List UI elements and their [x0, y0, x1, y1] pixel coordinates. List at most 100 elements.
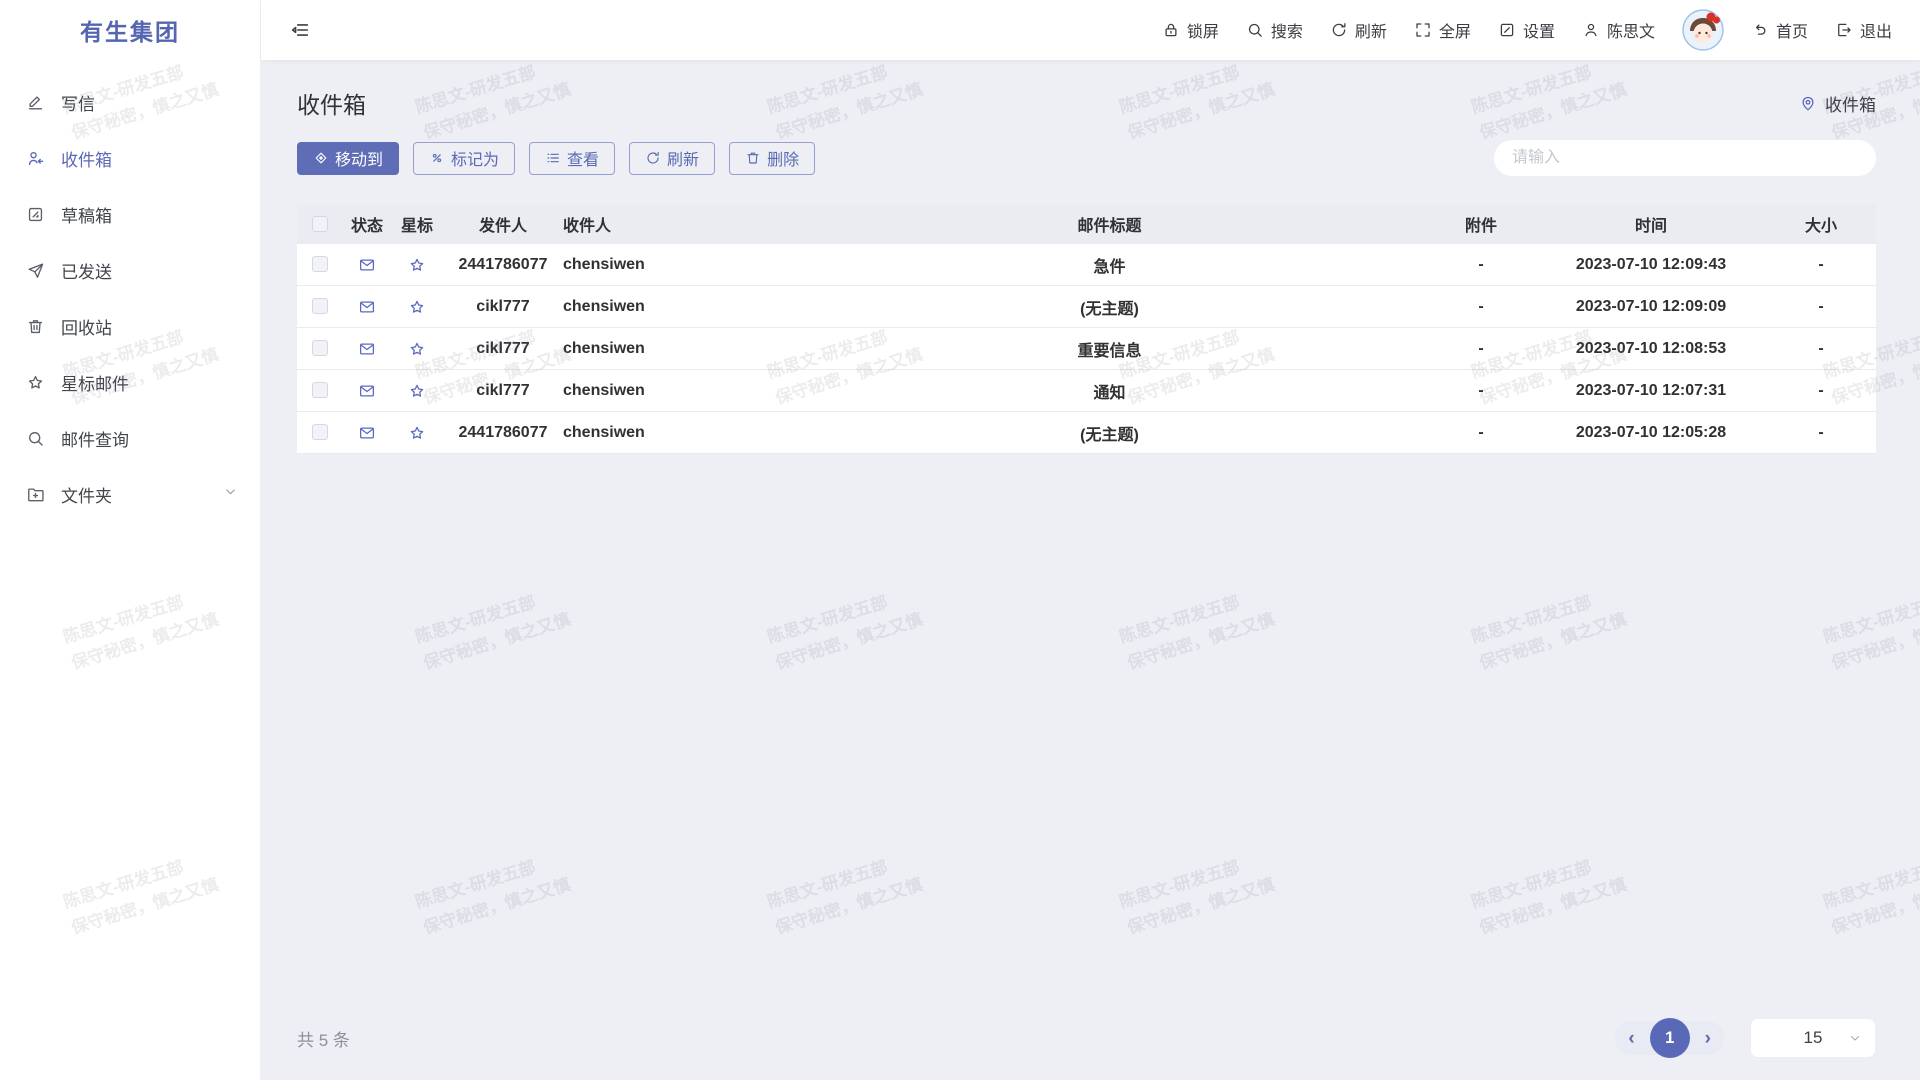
- sender-cell: cikl777: [443, 382, 563, 400]
- sidebar-item-inbox[interactable]: 收件箱: [0, 130, 260, 186]
- status-unread: [343, 424, 391, 442]
- chevron-down-icon[interactable]: [223, 484, 238, 504]
- refresh-list-button[interactable]: 刷新: [629, 142, 715, 175]
- table-header: 状态 星标 发件人 收件人 邮件标题 附件 时间 大小: [297, 204, 1876, 244]
- current-page-button[interactable]: 1: [1650, 1018, 1690, 1058]
- content-area: 收件箱 收件箱 移动到 标记为 查看: [261, 60, 1920, 1080]
- search-input[interactable]: [1494, 140, 1876, 176]
- sidebar-item-label: 草稿箱: [61, 202, 112, 227]
- lock-screen-label: 锁屏: [1187, 18, 1219, 42]
- drafts-icon: [26, 205, 45, 224]
- delete-label: 删除: [767, 146, 799, 170]
- refresh-label: 刷新: [1355, 18, 1387, 42]
- sidebar-item-sent[interactable]: 已发送: [0, 242, 260, 298]
- sidebar-item-label: 已发送: [61, 258, 112, 283]
- username-label: 陈思文: [1607, 18, 1655, 42]
- folder-icon: [26, 485, 45, 504]
- settings-button[interactable]: 设置: [1498, 18, 1555, 42]
- envelope-icon: [358, 340, 376, 358]
- attachment-cell: -: [1426, 256, 1536, 274]
- refresh-button[interactable]: 刷新: [1330, 18, 1387, 42]
- header-status: 状态: [343, 212, 391, 236]
- sender-cell: cikl777: [443, 340, 563, 358]
- settings-icon: [1498, 21, 1516, 39]
- star-toggle[interactable]: [391, 340, 443, 358]
- move-to-button[interactable]: 移动到: [297, 142, 399, 175]
- page-size-select[interactable]: 15: [1750, 1018, 1876, 1058]
- header-sender: 发件人: [443, 212, 563, 236]
- sidebar-item-drafts[interactable]: 草稿箱: [0, 186, 260, 242]
- sidebar-item-trash[interactable]: 回收站: [0, 298, 260, 354]
- row-checkbox[interactable]: [312, 256, 328, 272]
- total-count: 共 5 条: [297, 1026, 350, 1051]
- search-icon: [1246, 21, 1264, 39]
- view-list-icon: [545, 150, 561, 166]
- star-icon: [408, 298, 426, 316]
- row-checkbox[interactable]: [312, 424, 328, 440]
- breadcrumb-label: 收件箱: [1825, 91, 1876, 116]
- home-button[interactable]: 首页: [1751, 18, 1808, 42]
- avatar[interactable]: [1682, 9, 1724, 51]
- table-row[interactable]: cikl777chensiwen(无主题)-2023-07-10 12:09:0…: [297, 286, 1876, 328]
- logout-button[interactable]: 退出: [1835, 18, 1892, 42]
- collapse-sidebar-button[interactable]: [289, 19, 311, 41]
- attachment-cell: -: [1426, 340, 1536, 358]
- star-toggle[interactable]: [391, 382, 443, 400]
- row-checkbox[interactable]: [312, 382, 328, 398]
- toolbar: 移动到 标记为 查看 刷新 删除: [297, 140, 1876, 176]
- sidebar-menu: 写信 收件箱 草稿箱 已发送 回收站 星标邮件: [0, 60, 260, 522]
- next-page-button[interactable]: ›: [1705, 1029, 1711, 1048]
- table-row[interactable]: cikl777chensiwen重要信息-2023-07-10 12:08:53…: [297, 328, 1876, 370]
- star-icon: [408, 382, 426, 400]
- pagination: ‹ 1 › 15: [1615, 1018, 1876, 1058]
- recipient-cell: chensiwen: [563, 424, 793, 442]
- search-button[interactable]: 搜索: [1246, 18, 1303, 42]
- star-icon: [26, 373, 45, 392]
- home-label: 首页: [1776, 18, 1808, 42]
- table-row[interactable]: 2441786077chensiwen急件-2023-07-10 12:09:4…: [297, 244, 1876, 286]
- avatar-image: [1682, 9, 1724, 51]
- envelope-icon: [358, 382, 376, 400]
- subject-cell: 重要信息: [793, 337, 1426, 361]
- star-toggle[interactable]: [391, 298, 443, 316]
- mail-app: 有生集团 写信 收件箱 草稿箱 已发送 回收站: [0, 0, 1920, 1080]
- lock-screen-button[interactable]: 锁屏: [1162, 18, 1219, 42]
- row-checkbox[interactable]: [312, 298, 328, 314]
- recipient-cell: chensiwen: [563, 298, 793, 316]
- star-toggle[interactable]: [391, 424, 443, 442]
- delete-button[interactable]: 删除: [729, 142, 815, 175]
- refresh-list-label: 刷新: [667, 146, 699, 170]
- logout-icon: [1835, 21, 1853, 39]
- time-cell: 2023-07-10 12:09:43: [1536, 256, 1766, 274]
- envelope-icon: [358, 298, 376, 316]
- table-row[interactable]: cikl777chensiwen通知-2023-07-10 12:07:31-: [297, 370, 1876, 412]
- row-checkbox[interactable]: [312, 340, 328, 356]
- refresh-icon: [645, 150, 661, 166]
- header-star: 星标: [391, 212, 443, 236]
- size-cell: -: [1766, 382, 1876, 400]
- time-cell: 2023-07-10 12:08:53: [1536, 340, 1766, 358]
- mark-as-button[interactable]: 标记为: [413, 142, 515, 175]
- current-user[interactable]: 陈思文: [1582, 18, 1655, 42]
- page-head: 收件箱 收件箱: [297, 86, 1876, 120]
- star-icon: [408, 256, 426, 274]
- select-all-checkbox[interactable]: [312, 216, 328, 232]
- prev-page-button[interactable]: ‹: [1628, 1029, 1634, 1048]
- table-body: 2441786077chensiwen急件-2023-07-10 12:09:4…: [297, 244, 1876, 454]
- subject-cell: (无主题): [793, 421, 1426, 445]
- view-button[interactable]: 查看: [529, 142, 615, 175]
- breadcrumb: 收件箱: [1799, 91, 1876, 116]
- sidebar-item-folders[interactable]: 文件夹: [0, 466, 260, 522]
- sidebar-item-mail-search[interactable]: 邮件查询: [0, 410, 260, 466]
- size-cell: -: [1766, 340, 1876, 358]
- fullscreen-button[interactable]: 全屏: [1414, 18, 1471, 42]
- user-icon: [1582, 21, 1600, 39]
- star-toggle[interactable]: [391, 256, 443, 274]
- sidebar-item-compose[interactable]: 写信: [0, 74, 260, 130]
- table-row[interactable]: 2441786077chensiwen(无主题)-2023-07-10 12:0…: [297, 412, 1876, 454]
- sidebar-item-starred[interactable]: 星标邮件: [0, 354, 260, 410]
- header-recipient: 收件人: [563, 212, 793, 236]
- topbar: 锁屏 搜索 刷新 全屏 设置: [261, 0, 1920, 60]
- envelope-icon: [358, 424, 376, 442]
- sender-cell: 2441786077: [443, 256, 563, 274]
